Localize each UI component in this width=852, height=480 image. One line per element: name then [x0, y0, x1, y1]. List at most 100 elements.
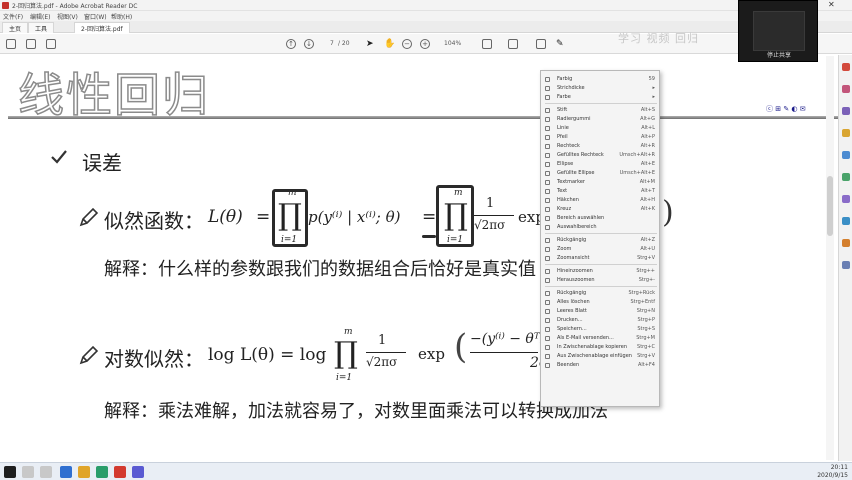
- stop-share-button[interactable]: 停止共享: [743, 50, 815, 59]
- more-tools-icon[interactable]: [842, 261, 850, 269]
- print-icon[interactable]: [26, 39, 36, 49]
- browser-icon[interactable]: [60, 466, 72, 478]
- context-menu-item[interactable]: Leeres Blatt Strg+N: [541, 307, 661, 316]
- context-menu-item[interactable]: Strichdicke ▸: [541, 84, 661, 93]
- check-icon: [51, 150, 67, 164]
- context-menu-item[interactable]: Zoom Alt+U: [541, 245, 661, 254]
- watermark: 学习 视频 回归: [618, 32, 699, 45]
- log-frac-numerator: 1: [378, 333, 387, 348]
- menu-edit[interactable]: 编辑(E): [30, 12, 50, 21]
- menu-item-label: Pfeil: [557, 134, 568, 140]
- zoom-out-icon[interactable]: −: [402, 39, 412, 49]
- wechat-icon[interactable]: [96, 466, 108, 478]
- fit-page-icon[interactable]: [482, 39, 492, 49]
- context-menu-item[interactable]: Beenden Alt+F4: [541, 361, 661, 370]
- menu-view[interactable]: 视图(V): [57, 12, 78, 21]
- context-menu-item[interactable]: Rückgängig Alt+Z: [541, 236, 661, 245]
- zoom-level[interactable]: 104%: [444, 40, 461, 47]
- menu-item-shortcut: Strg+S: [637, 326, 655, 332]
- send-track-icon[interactable]: [842, 217, 850, 225]
- context-menu-item[interactable]: Textmarker Alt+M: [541, 178, 661, 187]
- floating-input-bar[interactable]: ⓒ ⊞ ✎ ◐ ✉: [766, 104, 838, 114]
- context-menu-item[interactable]: Gefüllte Ellipse Umsch+Alt+E: [541, 169, 661, 178]
- organize-pages-icon[interactable]: [842, 173, 850, 181]
- context-menu-item[interactable]: Pfeil Alt+P: [541, 133, 661, 142]
- context-menu-item[interactable]: Farbe ▸: [541, 93, 661, 102]
- comment-icon[interactable]: [536, 39, 546, 49]
- context-menu-item[interactable]: Ellipse Alt+E: [541, 160, 661, 169]
- menu-item-icon: [545, 108, 550, 113]
- context-menu-item[interactable]: Hineinzoomen Strg++: [541, 267, 661, 276]
- acrobat-taskbar-icon[interactable]: [114, 466, 126, 478]
- menu-item-icon: [545, 291, 550, 296]
- context-menu-item[interactable]: Häkchen Alt+H: [541, 196, 661, 205]
- context-menu-item[interactable]: Bereich auswählen: [541, 214, 661, 223]
- edit-pdf-icon[interactable]: [842, 107, 850, 115]
- context-menu-item[interactable]: Aus Zwischenablage einfügen Strg+V: [541, 352, 661, 361]
- close-button[interactable]: ✕: [828, 0, 835, 9]
- menu-item-shortcut: Alt+P: [641, 134, 655, 140]
- start-icon[interactable]: [4, 466, 16, 478]
- mail-icon[interactable]: [46, 39, 56, 49]
- acrobat-icon: [2, 2, 9, 9]
- likelihood-explanation: 解释：什么样的参数跟我们的数据组合后恰好是真实值: [104, 259, 536, 280]
- context-menu-item[interactable]: Gefülltes Rechteck Umsch+Alt+R: [541, 151, 661, 160]
- annotation-box-1: [272, 189, 308, 247]
- context-menu-item[interactable]: Als E-Mail versenden... Strg+M: [541, 334, 661, 343]
- zoom-in-icon[interactable]: +: [420, 39, 430, 49]
- menu-item-icon: [545, 126, 550, 131]
- pen-tool-icon[interactable]: ✎: [556, 39, 566, 49]
- context-menu-item[interactable]: Linie Alt+L: [541, 124, 661, 133]
- select-tool-icon[interactable]: ➤: [366, 39, 376, 49]
- protect-icon[interactable]: [842, 239, 850, 247]
- context-menu-item[interactable]: Herauszoomen Strg+-: [541, 276, 661, 285]
- menu-file[interactable]: 文件(F): [3, 12, 23, 21]
- combine-files-icon[interactable]: [842, 151, 850, 159]
- export-pdf-icon[interactable]: [842, 63, 850, 71]
- page-down-icon[interactable]: ↓: [304, 39, 314, 49]
- context-menu-item[interactable]: Speichern... Strg+S: [541, 325, 661, 334]
- menu-separator: [545, 264, 657, 265]
- menu-help[interactable]: 帮助(H): [111, 12, 132, 21]
- folder-icon[interactable]: [78, 466, 90, 478]
- read-mode-icon[interactable]: [508, 39, 518, 49]
- task-view-icon[interactable]: [40, 466, 52, 478]
- context-menu-item[interactable]: Farbig 59: [541, 75, 661, 84]
- menu-item-icon: [545, 171, 550, 176]
- scrollbar-thumb[interactable]: [827, 176, 833, 236]
- page-number-input[interactable]: 7: [330, 40, 334, 47]
- context-menu-item[interactable]: Kreuz Alt+K: [541, 205, 661, 214]
- menu-item-label: Linie: [557, 125, 569, 131]
- tab-document[interactable]: 2-回归算法.pdf: [74, 22, 130, 33]
- context-menu-item[interactable]: In Zwischenablage kopieren Strg+C: [541, 343, 661, 352]
- context-menu-item[interactable]: Rechteck Alt+R: [541, 142, 661, 151]
- app-icon[interactable]: [132, 466, 144, 478]
- context-menu-item[interactable]: Auswahlbereich: [541, 223, 661, 232]
- page-up-icon[interactable]: ↑: [286, 39, 296, 49]
- context-menu-item[interactable]: Alles löschen Strg+Entf: [541, 298, 661, 307]
- comment-panel-icon[interactable]: [842, 129, 850, 137]
- vertical-scrollbar[interactable]: [826, 56, 834, 460]
- fill-sign-icon[interactable]: [842, 195, 850, 203]
- create-pdf-icon[interactable]: [842, 85, 850, 93]
- context-menu-item[interactable]: Rückgängig Strg+Rück: [541, 289, 661, 298]
- system-clock[interactable]: 20:11 2020/9/15: [817, 464, 848, 480]
- menu-item-icon: [545, 238, 550, 243]
- menu-item-label: Textmarker: [557, 179, 585, 185]
- menu-item-icon: [545, 247, 550, 252]
- tab-home[interactable]: 主页: [2, 22, 29, 33]
- context-menu-item[interactable]: Text Alt+T: [541, 187, 661, 196]
- context-menu-item[interactable]: Drucken... Strg+P: [541, 316, 661, 325]
- menu-item-label: Aus Zwischenablage einfügen: [557, 353, 632, 359]
- search-icon[interactable]: [22, 466, 34, 478]
- tab-tools[interactable]: 工具: [28, 22, 55, 33]
- log-likelihood-label: 对数似然：: [104, 347, 204, 371]
- context-menu-item[interactable]: Radiergummi Alt+G: [541, 115, 661, 124]
- context-menu-item[interactable]: Zoomansicht Strg+V: [541, 254, 661, 263]
- camera-feed: [753, 11, 805, 51]
- menu-window[interactable]: 窗口(W): [84, 12, 107, 21]
- save-icon[interactable]: [6, 39, 16, 49]
- menu-item-label: Farbig: [557, 76, 573, 82]
- hand-tool-icon[interactable]: ✋: [384, 39, 395, 49]
- context-menu-item[interactable]: Stift Alt+S: [541, 106, 661, 115]
